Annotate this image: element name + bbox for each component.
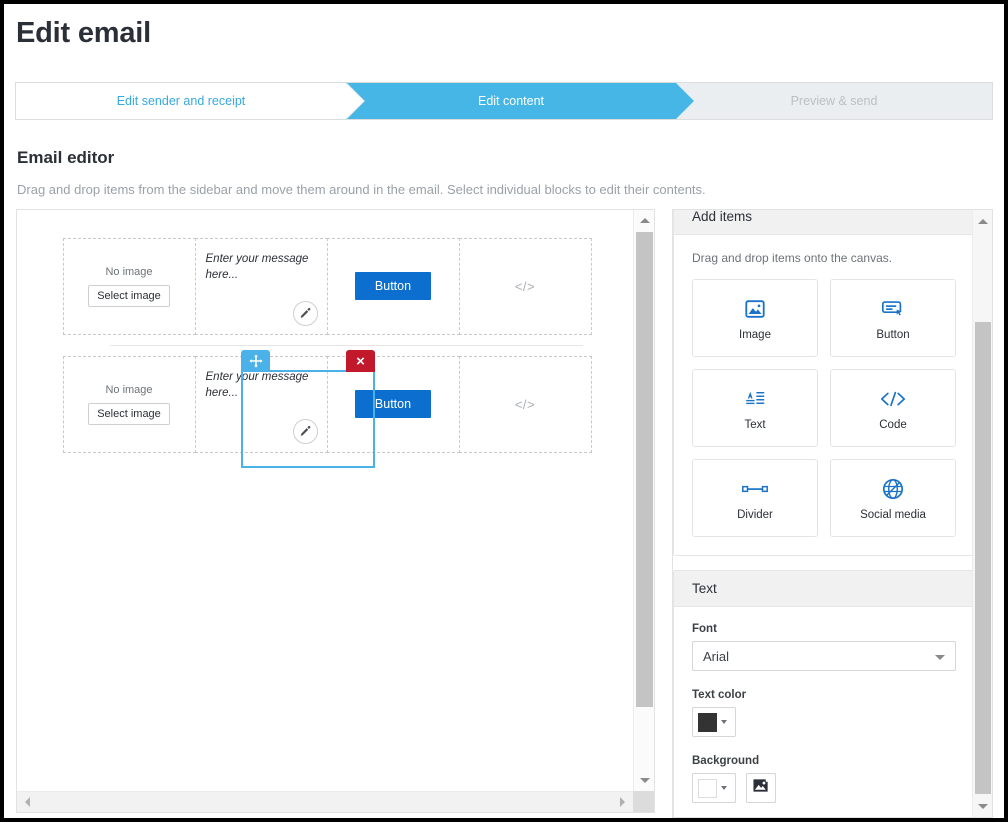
select-image-button[interactable]: Select image	[88, 284, 170, 307]
step-edit-sender-and-receipt[interactable]: Edit sender and receipt	[16, 83, 365, 119]
social-media-icon	[881, 476, 905, 502]
chevron-down-icon	[721, 720, 727, 724]
divider-line	[110, 345, 583, 346]
text-icon	[743, 386, 767, 412]
select-image-button[interactable]: Select image	[88, 402, 170, 425]
add-item-code[interactable]: Code	[830, 369, 956, 447]
canvas-vertical-scrollbar[interactable]	[633, 210, 654, 791]
divider-icon	[740, 476, 770, 502]
background-color-swatch	[698, 778, 717, 798]
font-select[interactable]: Arial	[692, 641, 956, 671]
picture-icon	[752, 777, 770, 799]
scroll-right-icon[interactable]	[612, 792, 633, 812]
pencil-icon[interactable]	[292, 418, 318, 444]
add-item-image[interactable]: Image	[692, 279, 818, 357]
scroll-up-icon[interactable]	[973, 210, 992, 232]
add-items-panel: Add items Drag and drop items onto the c…	[673, 210, 975, 556]
move-arrows-icon[interactable]	[241, 350, 270, 372]
add-items-title: Add items	[674, 210, 974, 235]
add-item-button[interactable]: Button	[830, 279, 956, 357]
chevron-down-icon	[721, 786, 727, 790]
add-item-label: Image	[739, 328, 771, 341]
email-row: No image Select image Enter your message…	[62, 355, 595, 453]
step-edit-content[interactable]: Edit content	[346, 83, 694, 119]
email-cta-button[interactable]: Button	[354, 390, 432, 418]
code-block[interactable]: </>	[458, 237, 592, 335]
code-icon: </>	[514, 396, 536, 412]
sidebar-content: Add items Drag and drop items onto the c…	[673, 210, 975, 817]
step-label: Edit sender and receipt	[116, 94, 246, 108]
scroll-down-icon[interactable]	[634, 770, 654, 791]
divider-block[interactable]	[63, 334, 595, 356]
email-grid: No image Select image Enter your message…	[62, 237, 595, 468]
button-block[interactable]: Button	[326, 237, 460, 335]
add-item-label: Divider	[737, 508, 773, 521]
canvas-scroll-thumb[interactable]	[636, 232, 653, 707]
text-panel-title: Text	[674, 571, 974, 607]
page-title: Edit email	[16, 17, 151, 49]
text-color-picker[interactable]	[692, 707, 736, 737]
scroll-up-icon[interactable]	[634, 210, 654, 231]
add-item-label: Code	[879, 418, 907, 431]
scrollbar-corner	[633, 791, 654, 812]
code-block[interactable]: </>	[458, 355, 592, 453]
text-color-label: Text color	[692, 689, 747, 701]
step-label: Edit content	[477, 94, 544, 108]
scroll-down-icon[interactable]	[973, 795, 992, 817]
add-item-label: Social media	[860, 508, 926, 521]
add-items-hint: Drag and drop items onto the canvas.	[692, 251, 893, 265]
email-canvas-panel: No image Select image Enter your message…	[16, 209, 655, 813]
email-canvas[interactable]: No image Select image Enter your message…	[17, 210, 634, 788]
editor-heading: Email editor	[17, 148, 115, 167]
image-block[interactable]: No image Select image	[62, 355, 196, 453]
editor-description: Drag and drop items from the sidebar and…	[17, 182, 706, 197]
no-image-label: No image	[105, 265, 153, 278]
background-image-button[interactable]	[746, 773, 776, 803]
close-x-icon[interactable]: ×	[346, 350, 375, 372]
add-item-text[interactable]: Text	[692, 369, 818, 447]
image-icon	[744, 296, 766, 322]
text-color-swatch	[698, 712, 717, 732]
no-image-label: No image	[105, 383, 153, 396]
scroll-left-icon[interactable]	[17, 792, 38, 812]
add-item-label: Text	[744, 418, 766, 431]
background-color-picker[interactable]	[692, 773, 736, 803]
editor-sidebar: Add items Drag and drop items onto the c…	[672, 209, 993, 818]
sidebar-scrollbar[interactable]	[972, 210, 992, 817]
text-properties-panel: Text Font Arial Text color Background	[673, 570, 975, 817]
font-label: Font	[692, 623, 717, 635]
add-item-divider[interactable]: Divider	[692, 459, 818, 537]
add-items-grid: Image Button Text Code Divider Social me…	[692, 279, 956, 537]
pencil-icon[interactable]	[292, 300, 318, 326]
text-color-row	[692, 707, 956, 737]
add-item-social-media[interactable]: Social media	[830, 459, 956, 537]
button-icon	[881, 296, 905, 322]
background-label: Background	[692, 755, 760, 767]
step-label: Preview & send	[790, 94, 878, 108]
message-placeholder: Enter your message here...	[205, 370, 309, 400]
code-icon	[879, 386, 907, 412]
image-block[interactable]: No image Select image	[62, 237, 196, 335]
canvas-horizontal-scrollbar[interactable]	[17, 791, 654, 812]
sidebar-scroll-thumb[interactable]	[975, 322, 991, 794]
step-preview-and-send[interactable]: Preview & send	[676, 83, 992, 119]
step-wizard: Edit sender and receipt Edit content Pre…	[15, 82, 993, 120]
font-value: Arial	[703, 648, 730, 664]
email-row: No image Select image Enter your message…	[62, 237, 595, 335]
email-cta-button[interactable]: Button	[354, 272, 432, 300]
text-block[interactable]: Enter your message here...	[194, 237, 328, 335]
chevron-down-icon	[935, 655, 945, 660]
message-placeholder: Enter your message here...	[205, 252, 309, 282]
app-window: Edit email Edit sender and receipt Edit …	[0, 0, 1008, 822]
add-item-label: Button	[876, 328, 910, 341]
code-icon: </>	[514, 278, 536, 294]
background-row	[692, 773, 956, 803]
delete-handle-glyph: ×	[356, 352, 365, 370]
